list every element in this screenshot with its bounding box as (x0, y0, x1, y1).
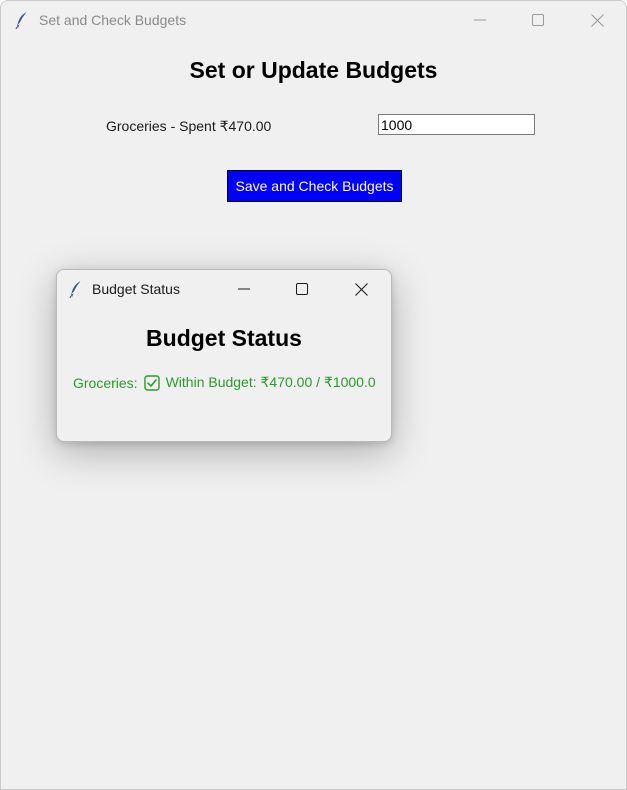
popup-titlebar[interactable]: Budget Status (57, 270, 391, 308)
save-and-check-button[interactable]: Save and Check Budgets (227, 170, 402, 202)
close-button[interactable] (574, 1, 620, 39)
maximize-icon (296, 283, 308, 295)
main-titlebar[interactable]: Set and Check Budgets (1, 1, 626, 39)
window-title: Set and Check Budgets (39, 12, 187, 28)
status-text: Within Budget: ₹470.00 / ₹1000.0 (165, 374, 376, 390)
popup-maximize-button[interactable] (279, 270, 325, 308)
budget-status-line: Groceries: Within Budget: ₹470.00 / ₹100… (73, 374, 376, 391)
status-category-label: Groceries: (73, 374, 138, 391)
checkbox-check-icon (143, 374, 160, 391)
budget-status-window: Budget Status Budget Status Groceries: W… (56, 269, 392, 442)
close-icon (354, 282, 368, 296)
groceries-label: Groceries - Spent ₹470.00 (106, 118, 272, 134)
maximize-icon (532, 14, 544, 26)
popup-title: Budget Status (92, 281, 180, 297)
close-icon (590, 13, 604, 27)
minimize-button[interactable] (457, 1, 503, 39)
minimize-icon (474, 14, 486, 26)
page-heading: Set or Update Budgets (189, 57, 438, 83)
feather-icon (15, 11, 29, 30)
popup-minimize-button[interactable] (221, 270, 267, 308)
groceries-budget-input[interactable] (378, 114, 535, 135)
maximize-button[interactable] (515, 1, 561, 39)
feather-icon (69, 280, 83, 299)
popup-heading: Budget Status (146, 325, 302, 351)
popup-close-button[interactable] (338, 270, 384, 308)
minimize-icon (238, 283, 250, 295)
